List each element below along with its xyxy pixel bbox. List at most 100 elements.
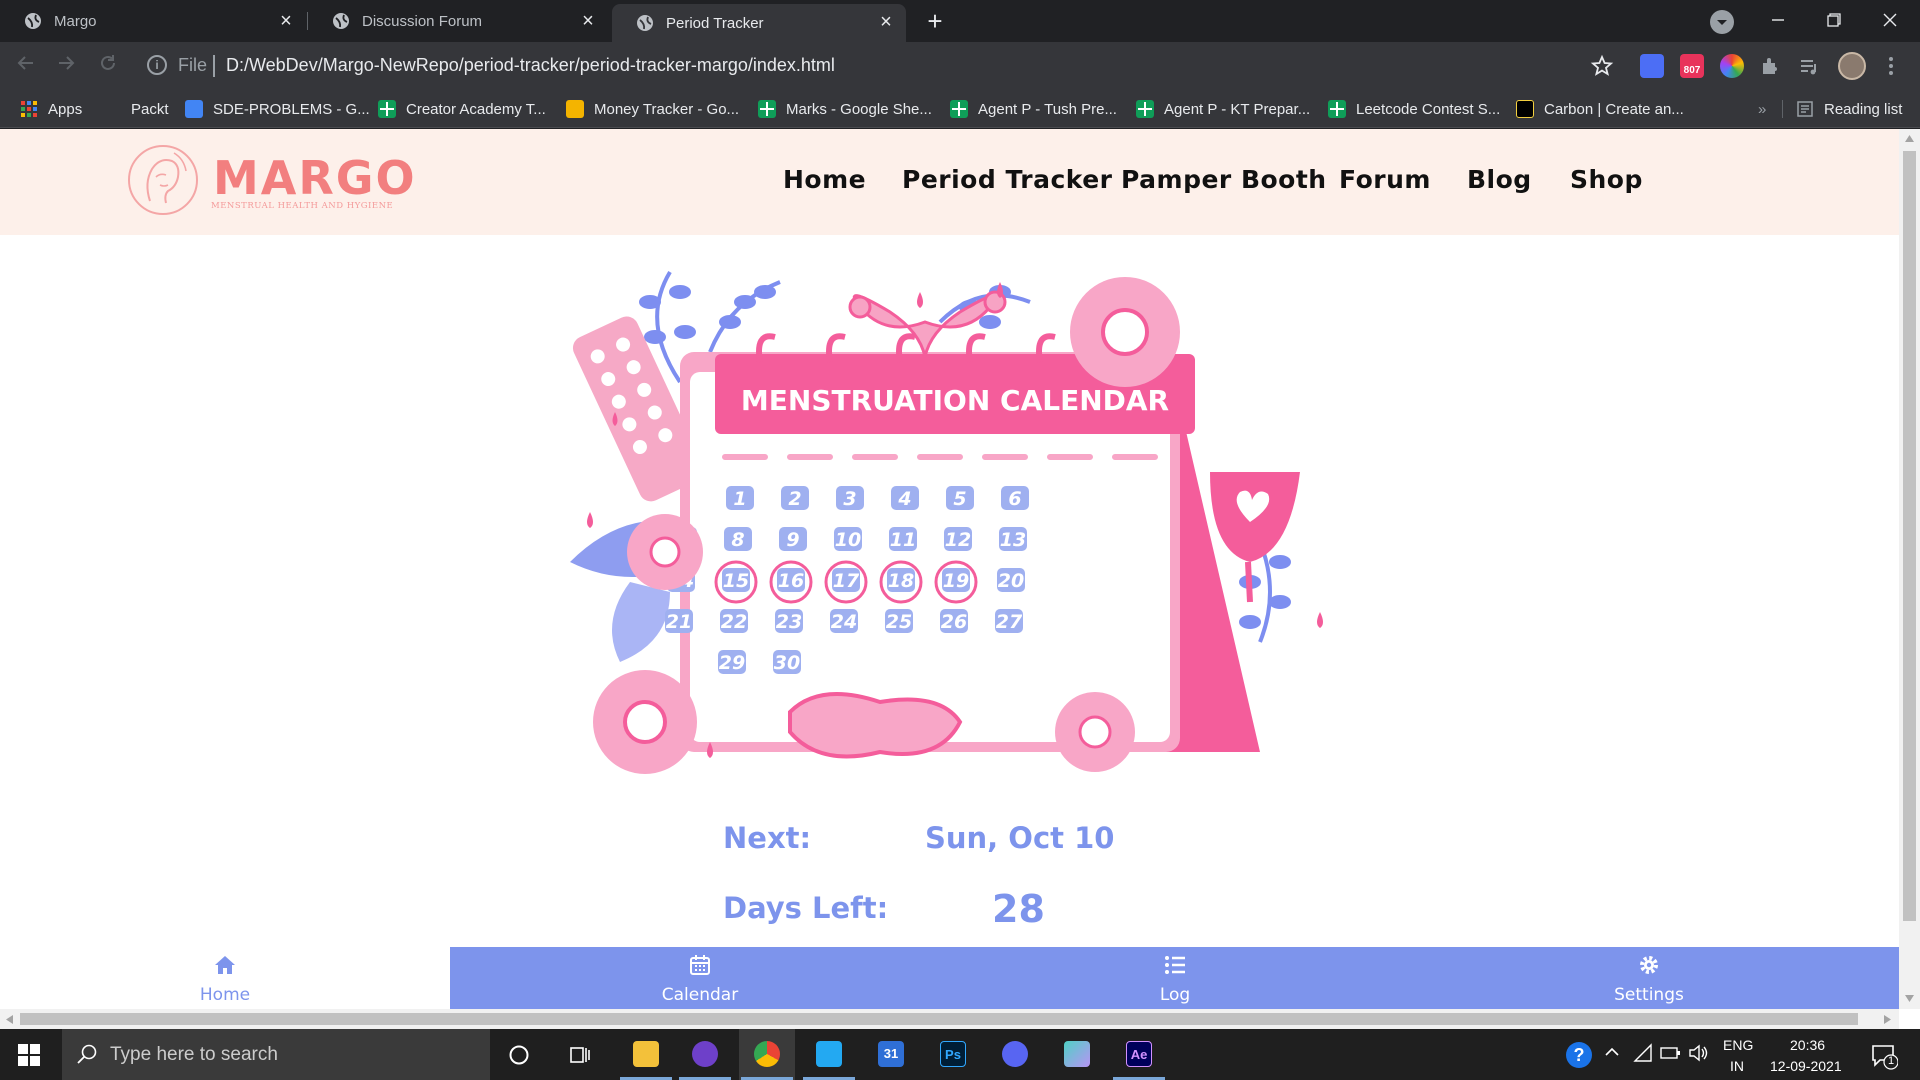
extension-badge-count: 807 [1683,65,1701,76]
bottom-nav-home[interactable]: Home [0,947,450,1009]
calendar-day-number: 8 [731,529,744,551]
minimize-icon [1772,19,1784,21]
wifi-icon[interactable] [1633,1043,1653,1068]
taskbar-discord[interactable] [987,1029,1043,1080]
scroll-down-arrow-icon[interactable] [1905,995,1914,1002]
bottom-nav-log[interactable]: Log [925,947,1425,1009]
bookmark-leetcode[interactable]: Leetcode Contest S... [1328,90,1500,128]
bookmark-money-tracker[interactable]: Money Tracker - Go... [566,90,739,128]
horizontal-scrollbar-thumb[interactable] [20,1013,1858,1025]
bookmark-agent-p-tush[interactable]: Agent P - Tush Pre... [950,90,1117,128]
bookmark-carbon[interactable]: Carbon | Create an... [1516,90,1684,128]
bookmark-sde-problems[interactable]: SDE-PROBLEMS - G... [185,90,370,128]
taskbar-search-input[interactable]: Type here to search [62,1029,490,1080]
tab-search-button[interactable] [1710,10,1734,34]
chevron-down-icon [1717,20,1727,25]
taskbar-github[interactable] [677,1029,733,1080]
reload-button[interactable] [94,52,122,80]
url-scheme-label: File [178,55,208,75]
taskbar-photoshop[interactable]: Ps [925,1029,981,1080]
nav-pamper-booth[interactable]: Pamper Booth [1121,165,1327,194]
taskbar-app[interactable] [1049,1029,1105,1080]
bookmarks-bar: Apps Packt SDE-PROBLEMS - G... Creator A… [0,90,1920,128]
chevron-up-icon[interactable] [1604,1044,1620,1065]
tab-discussion-forum[interactable]: Discussion Forum × [308,0,608,42]
logo-tagline: MENSTRUAL HEALTH AND HYGIENE [211,201,394,211]
vscode-icon [816,1041,842,1067]
vertical-scrollbar[interactable] [1899,129,1920,1009]
calendar-day-number: 21 [666,611,692,633]
bookmark-marks[interactable]: Marks - Google She... [758,90,932,128]
task-view-icon[interactable] [568,1043,592,1072]
calendar-banner-title: MENSTRUATION CALENDAR [741,384,1169,417]
minimize-button[interactable] [1758,6,1798,36]
tab-margo[interactable]: Margo × [0,0,306,42]
bookmarks-overflow-button[interactable]: » [1758,90,1766,128]
notification-center-icon[interactable]: 1 [1870,1042,1899,1075]
media-queue-icon[interactable] [1798,55,1820,82]
address-bar-input[interactable]: D:/WebDev/Margo-NewRepo/period-tracker/p… [226,55,835,76]
bookmark-agent-p-kt[interactable]: Agent P - KT Prepar... [1136,90,1310,128]
close-tab-icon[interactable]: × [578,11,598,31]
taskbar-after-effects[interactable]: Ae [1111,1029,1167,1080]
reload-icon [101,55,115,70]
bookmark-creator-academy[interactable]: Creator Academy T... [378,90,546,128]
bookmark-label: Agent P - Tush Pre... [978,100,1117,118]
tab-title: Discussion Forum [362,12,483,30]
bookmark-label: Apps [48,100,83,118]
taskbar-calendar[interactable]: 31 [863,1029,919,1080]
clock-time[interactable]: 20:36 [1790,1037,1825,1053]
extension-messenger-icon[interactable] [1640,54,1664,78]
extension-color-picker-icon[interactable] [1720,54,1744,78]
bookmark-star-icon[interactable] [1590,54,1614,83]
profile-avatar[interactable] [1838,52,1866,80]
cortana-icon[interactable] [507,1043,531,1072]
bottom-nav-settings[interactable]: Settings [1399,947,1899,1009]
kebab-menu-icon[interactable] [1886,54,1896,83]
nav-period-tracker[interactable]: Period Tracker [902,165,1113,194]
nav-home[interactable]: Home [783,165,866,194]
calendar-day-number: 22 [721,611,747,633]
calendar-day-number: 1 [733,488,746,510]
calendar-day-number: 13 [1000,529,1026,551]
close-window-button[interactable] [1870,6,1910,36]
scroll-right-arrow-icon[interactable] [1884,1015,1891,1024]
site-info-icon[interactable]: i [147,55,167,75]
google-slides-icon [566,100,584,118]
horizontal-scrollbar[interactable] [0,1009,1899,1029]
logo-wordmark[interactable]: MARGO [213,151,417,205]
scroll-left-arrow-icon[interactable] [6,1015,13,1024]
help-icon[interactable]: ? [1566,1042,1592,1068]
back-button[interactable] [12,52,40,80]
calendar-day-number: 26 [941,611,967,633]
close-tab-icon[interactable]: × [876,12,896,32]
scroll-up-arrow-icon[interactable] [1905,135,1914,142]
calendar-day-number: 29 [719,652,745,674]
vertical-scrollbar-thumb[interactable] [1903,151,1916,921]
puzzle-icon[interactable] [1759,55,1781,82]
next-period-date: Sun, Oct 10 [925,821,1115,855]
volume-icon[interactable] [1688,1043,1710,1068]
bookmark-packt[interactable]: Packt [131,90,169,128]
taskbar-chrome[interactable] [739,1029,795,1080]
nav-forum[interactable]: Forum [1339,165,1431,194]
bookmark-apps[interactable]: Apps [20,90,82,128]
taskbar-file-explorer[interactable] [618,1029,674,1080]
close-tab-icon[interactable]: × [276,11,296,31]
forward-button[interactable] [52,52,80,80]
battery-icon[interactable] [1660,1045,1682,1066]
restore-button[interactable] [1814,6,1854,36]
calendar-day-number: 23 [776,611,802,633]
tab-period-tracker[interactable]: Period Tracker × [612,4,906,42]
nav-blog[interactable]: Blog [1467,165,1532,194]
windows-start-icon[interactable] [18,1044,40,1071]
logo-emblem-icon[interactable] [126,143,200,222]
nav-shop[interactable]: Shop [1570,165,1643,194]
extension-badge-icon[interactable]: 807 [1680,54,1704,78]
taskbar-vscode[interactable] [801,1029,857,1080]
new-tab-button[interactable]: + [921,8,949,36]
site-header: MARGO MENSTRUAL HEALTH AND HYGIENE Home … [0,129,1899,235]
bottom-nav-calendar[interactable]: Calendar [450,947,950,1009]
reading-list-button[interactable]: Reading list [1796,90,1902,128]
language-indicator[interactable]: ENG [1723,1037,1753,1053]
